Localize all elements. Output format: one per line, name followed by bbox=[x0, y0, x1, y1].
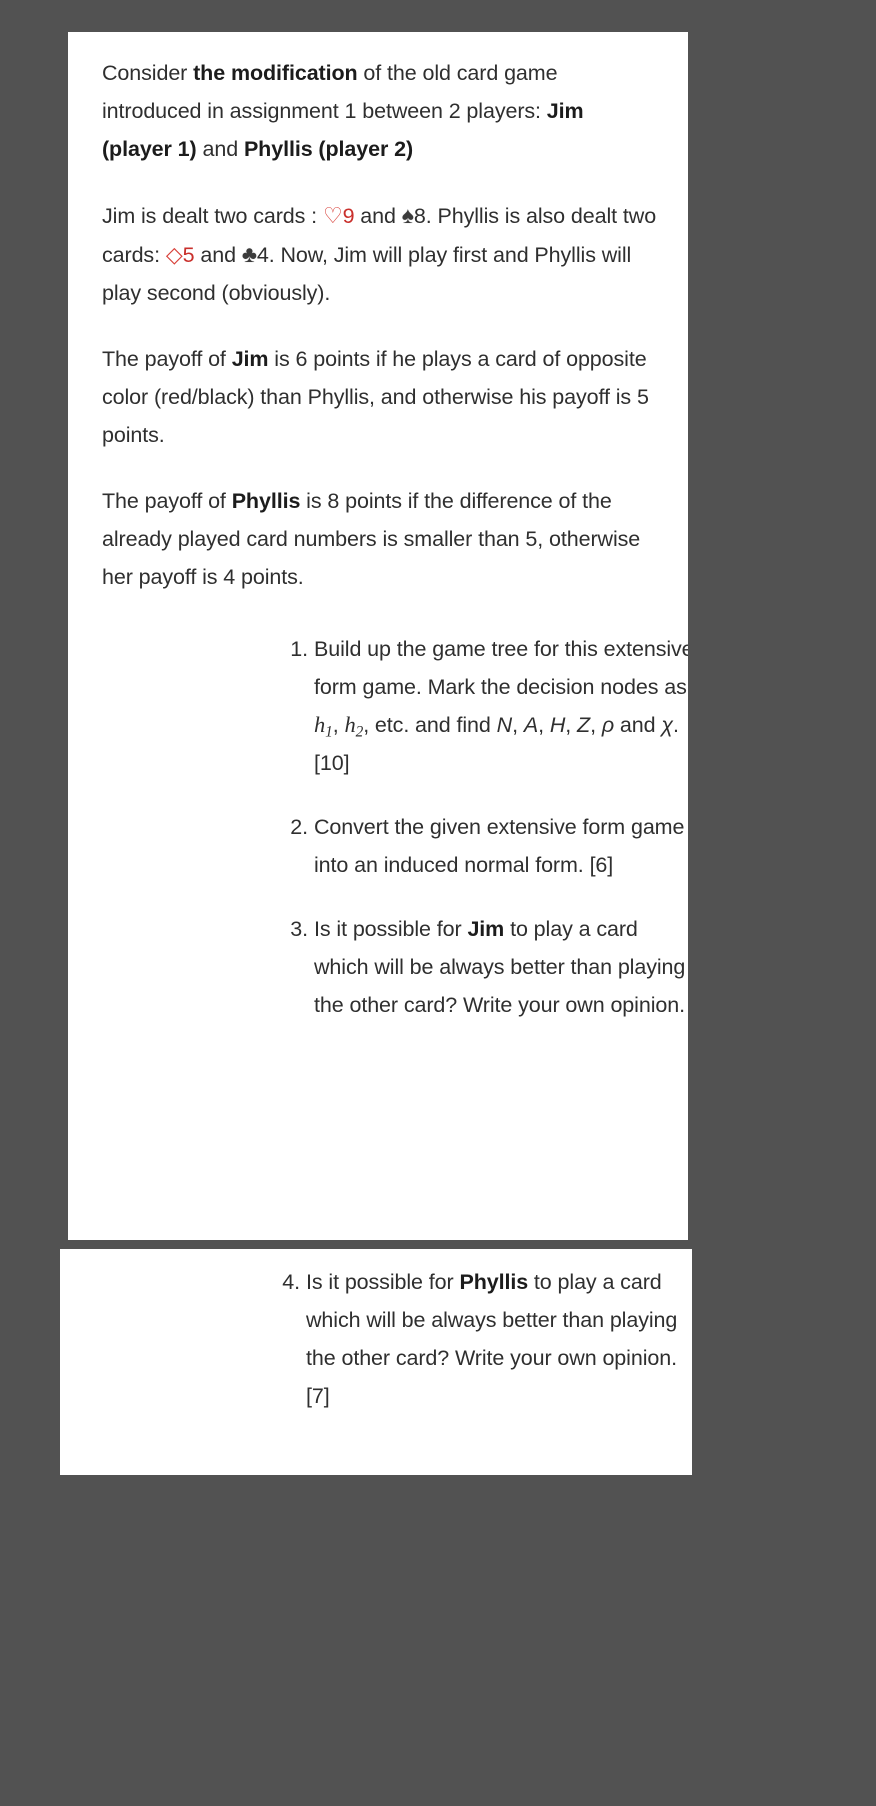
diamond-card-value: 5 bbox=[182, 243, 195, 267]
q1-symbol-z: Z bbox=[577, 713, 591, 737]
q1-symbol-n: N bbox=[496, 713, 513, 737]
deal-text-4: and bbox=[194, 243, 242, 267]
q1-symbol-h: H bbox=[549, 713, 566, 737]
intro-bold-modification: the modification bbox=[193, 61, 358, 85]
spade-icon: ♠ bbox=[401, 202, 414, 228]
question-item-3: Is it possible for Jim to play a card wh… bbox=[284, 910, 688, 1024]
q1-text-9: . bbox=[673, 713, 679, 737]
question-item-1: Build up the game tree for this extensiv… bbox=[284, 630, 688, 782]
q1-text-8: and bbox=[614, 713, 662, 737]
questions-list-container-continued: Is it possible for Phyllis to play a car… bbox=[276, 1263, 692, 1415]
q4-bold-phyllis: Phyllis bbox=[459, 1270, 529, 1294]
heart-card-value: 9 bbox=[342, 204, 355, 228]
question-card-primary: Consider the modification of the old car… bbox=[68, 32, 688, 1240]
payoff-phyllis-bold: Phyllis bbox=[231, 489, 301, 513]
question-card-secondary: Is it possible for Phyllis to play a car… bbox=[60, 1249, 692, 1475]
q1-text-3: , etc. and find bbox=[363, 713, 497, 737]
q4-marks: [7] bbox=[306, 1384, 330, 1408]
q1-text-1: Build up the game tree for this extensiv… bbox=[314, 637, 688, 699]
q3-text-1: Is it possible for bbox=[314, 917, 468, 941]
payoff-jim-bold: Jim bbox=[231, 347, 269, 371]
questions-list-container: Build up the game tree for this extensiv… bbox=[284, 630, 688, 1024]
deal-text-2: and bbox=[354, 204, 402, 228]
q1-text-4: , bbox=[512, 713, 524, 737]
q2-marks: [6] bbox=[589, 853, 614, 877]
intro-bold-phyllis: Phyllis (player 2) bbox=[243, 137, 414, 161]
spade-card-value: 8 bbox=[413, 204, 426, 228]
club-card-value: 4 bbox=[256, 243, 269, 267]
q4-text-1: Is it possible for bbox=[306, 1270, 460, 1294]
payoff-phyllis-text-1: The payoff of bbox=[102, 489, 232, 513]
q1-symbol-chi: χ bbox=[661, 713, 674, 737]
payoff-jim-text-1: The payoff of bbox=[102, 347, 232, 371]
question-item-2: Convert the given extensive form game in… bbox=[284, 808, 688, 884]
club-icon: ♣ bbox=[241, 241, 257, 267]
heart-icon: ♡ bbox=[322, 203, 343, 228]
q1-symbol-h2: h2 bbox=[344, 712, 364, 741]
q1-symbol-a: A bbox=[523, 713, 539, 737]
q1-text-6: , bbox=[565, 713, 578, 737]
questions-list-continued: Is it possible for Phyllis to play a car… bbox=[276, 1263, 692, 1415]
diamond-icon: ◇ bbox=[165, 242, 183, 267]
paragraph-intro: Consider the modification of the old car… bbox=[102, 54, 658, 168]
q1-marks: [10] bbox=[314, 751, 350, 775]
q1-text-5: , bbox=[538, 713, 550, 737]
paragraph-deal: Jim is dealt two cards : ♡9 and ♠8. Phyl… bbox=[102, 196, 658, 312]
q2-text-1: Convert the given extensive form game in… bbox=[314, 815, 685, 877]
intro-text-3: and bbox=[196, 137, 244, 161]
q3-bold-jim: Jim bbox=[467, 917, 505, 941]
questions-list: Build up the game tree for this extensiv… bbox=[284, 630, 688, 1024]
q1-text-2: , bbox=[332, 713, 345, 737]
deal-text-1: Jim is dealt two cards : bbox=[102, 204, 323, 228]
intro-text-1: Consider bbox=[102, 61, 194, 85]
q1-symbol-h1: h1 bbox=[314, 712, 333, 741]
paragraph-payoff-phyllis: The payoff of Phyllis is 8 points if the… bbox=[102, 482, 658, 596]
q1-symbol-rho: ρ bbox=[601, 713, 615, 737]
question-item-4: Is it possible for Phyllis to play a car… bbox=[276, 1263, 692, 1415]
paragraph-payoff-jim: The payoff of Jim is 6 points if he play… bbox=[102, 340, 658, 454]
q1-text-7: , bbox=[590, 713, 602, 737]
